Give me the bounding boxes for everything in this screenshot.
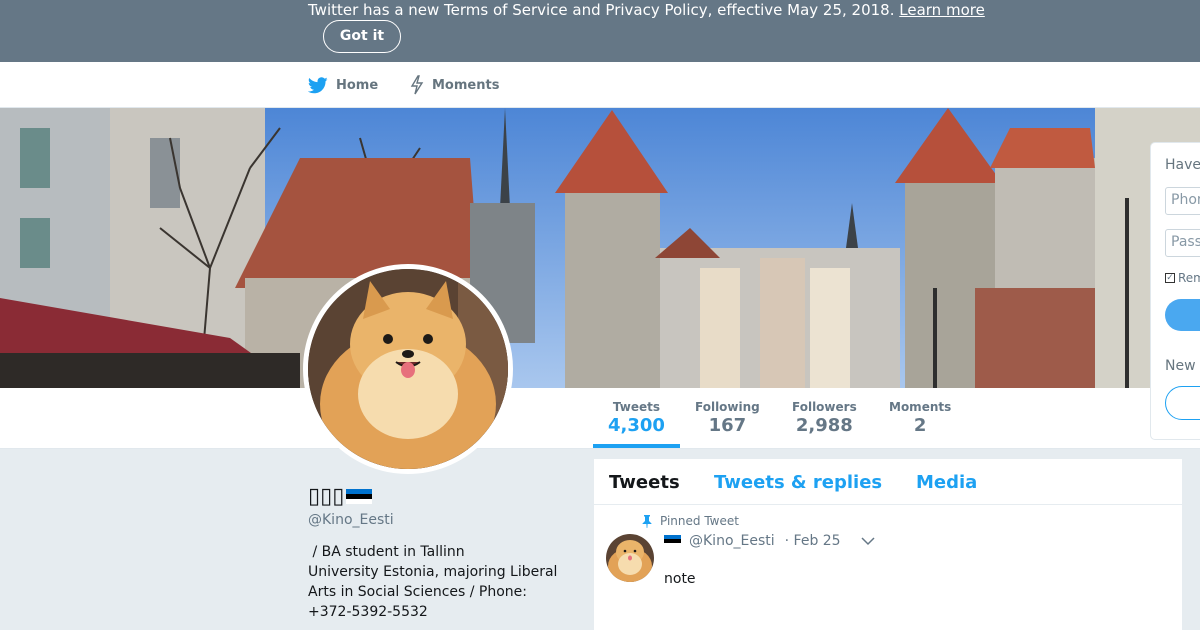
- stat-tweets-value: 4,300: [608, 415, 665, 436]
- pinned-label-text: Pinned Tweet: [660, 514, 739, 528]
- tweet-date[interactable]: · Feb 25: [785, 533, 841, 549]
- top-navigation: Home Moments: [0, 62, 1200, 108]
- nav-home[interactable]: Home: [308, 62, 378, 108]
- stat-following[interactable]: Following 167: [695, 400, 760, 436]
- policy-notice-message: Twitter has a new Terms of Service and P…: [308, 1, 895, 19]
- estonia-flag-icon: [346, 489, 373, 504]
- tab-tweets-replies[interactable]: Tweets & replies: [714, 472, 882, 493]
- tweet-avatar-image: [606, 534, 654, 582]
- remember-me[interactable]: ✓ Rem: [1165, 271, 1200, 285]
- login-title: Have: [1165, 157, 1200, 173]
- stat-following-value: 167: [708, 415, 747, 436]
- profile-nav-bar: Tweets 4,300 Following 167 Followers 2,9…: [0, 388, 1200, 449]
- profile-avatar[interactable]: [303, 264, 513, 474]
- pinned-tweet[interactable]: Pinned Tweet @Kino_Eesti · Feb 25 note: [594, 506, 1182, 630]
- tweet-text: note: [664, 571, 696, 587]
- profile-name-text: ▯▯▯: [308, 484, 345, 509]
- stat-moments[interactable]: Moments 2: [889, 400, 951, 436]
- tweet-avatar[interactable]: [606, 534, 654, 582]
- pinned-label: Pinned Tweet: [642, 514, 739, 528]
- new-to-twitter-text: New: [1165, 358, 1196, 374]
- nav-home-label: Home: [336, 77, 379, 93]
- stat-tweets-label: Tweets: [612, 400, 661, 414]
- nav-moments[interactable]: Moments: [410, 62, 499, 108]
- active-stat-indicator: [593, 444, 680, 448]
- profile-handle[interactable]: @Kino_Eesti: [308, 512, 394, 528]
- bio-line: University Estonia, majoring Liberal: [308, 564, 558, 580]
- bio-line: / BA student in Tallinn: [308, 544, 465, 560]
- bio-line: Arts in Social Sciences / Phone:: [308, 584, 528, 600]
- pin-icon: [642, 514, 652, 528]
- stat-tweets[interactable]: Tweets 4,300: [608, 400, 665, 436]
- policy-notice-banner: Twitter has a new Terms of Service and P…: [0, 0, 1200, 62]
- got-it-button[interactable]: Got it: [323, 20, 401, 53]
- stat-moments-label: Moments: [889, 400, 952, 414]
- policy-notice-text: Twitter has a new Terms of Service and P…: [308, 1, 985, 19]
- remember-checkbox[interactable]: ✓: [1165, 273, 1175, 283]
- bio-line: +372-5392-5532: [308, 604, 428, 620]
- signup-button[interactable]: [1165, 386, 1200, 420]
- header-photo: [0, 108, 1200, 388]
- profile-name: ▯▯▯: [308, 484, 373, 509]
- tweet-author-handle[interactable]: @Kino_Eesti: [689, 533, 775, 549]
- tab-media[interactable]: Media: [916, 472, 977, 493]
- stat-followers-value: 2,988: [795, 415, 853, 436]
- chevron-down-icon[interactable]: [861, 536, 875, 546]
- timeline-tabs: Tweets Tweets & replies Media: [594, 459, 1182, 505]
- learn-more-link[interactable]: Learn more: [899, 1, 985, 19]
- stat-following-label: Following: [695, 400, 760, 414]
- nav-moments-label: Moments: [432, 77, 500, 93]
- login-card: Have Phon Pass ✓ Rem New: [1150, 142, 1200, 440]
- tab-tweets[interactable]: Tweets: [609, 472, 680, 493]
- remember-label: Rem: [1178, 271, 1200, 285]
- password-input[interactable]: Pass: [1165, 229, 1200, 257]
- tweet-header: @Kino_Eesti · Feb 25: [664, 533, 875, 549]
- stat-followers-label: Followers: [792, 400, 857, 414]
- twitter-bird-icon: [308, 76, 328, 93]
- stat-moments-value: 2: [913, 415, 927, 436]
- login-button[interactable]: [1165, 299, 1200, 331]
- phone-input[interactable]: Phon: [1165, 187, 1200, 215]
- timeline: Tweets Tweets & replies Media Pinned Twe…: [594, 459, 1182, 630]
- stat-followers[interactable]: Followers 2,988: [792, 400, 857, 436]
- lightning-icon: [410, 75, 424, 95]
- estonia-flag-icon: [664, 535, 681, 547]
- profile-bio: / BA student in Tallinn University Eston…: [308, 542, 573, 622]
- pomeranian-avatar-image: [308, 269, 508, 469]
- header-photo-illustration: [0, 108, 1200, 388]
